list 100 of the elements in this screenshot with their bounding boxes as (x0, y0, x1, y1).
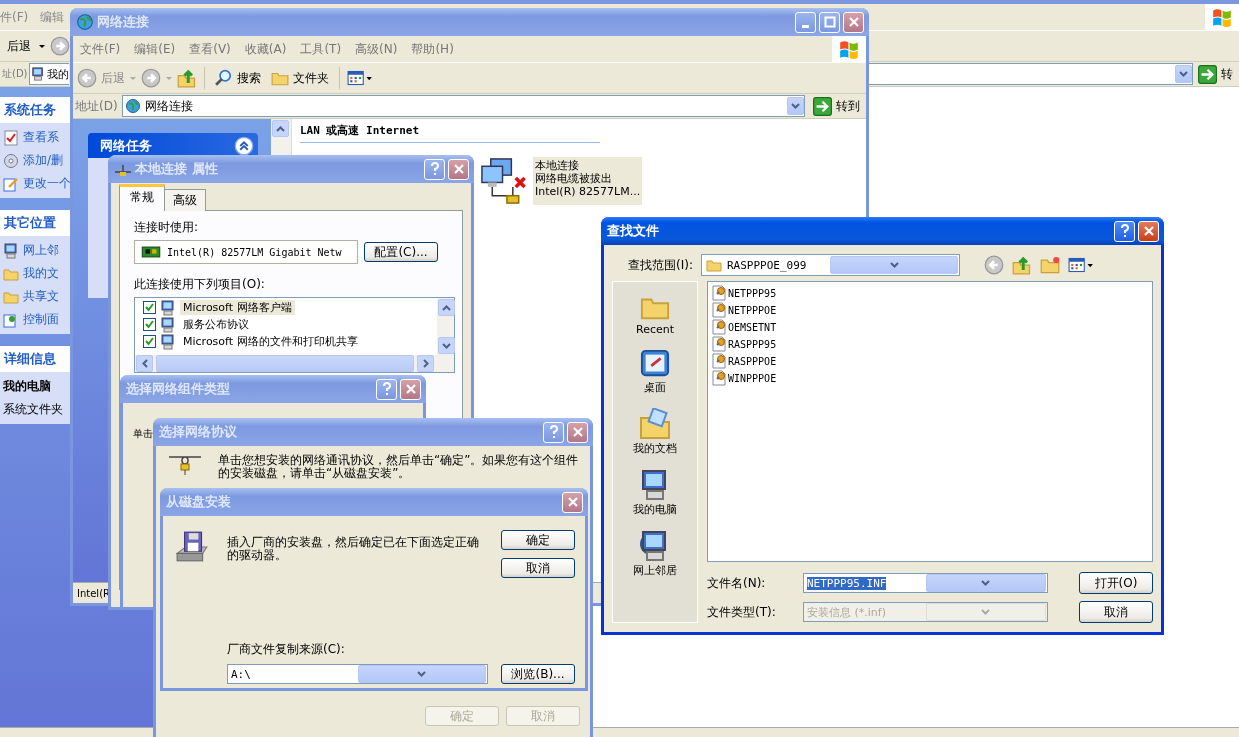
caret-icon (791, 103, 800, 109)
maximize-button[interactable] (819, 11, 840, 33)
window-title: 查找文件 (607, 222, 660, 240)
scroll-up-button[interactable] (438, 299, 455, 316)
dialog-button[interactable]: 确定 (501, 530, 575, 550)
file-item[interactable]: OEMSETNT (728, 321, 777, 333)
dropdown-button[interactable] (1175, 65, 1192, 83)
task-link[interactable]: 共享文 (3, 288, 70, 305)
checkbox[interactable] (143, 301, 156, 314)
go-button[interactable]: 转 (1194, 64, 1237, 84)
task-link[interactable]: 我的文 (3, 265, 70, 282)
address-field[interactable]: 我的 (28, 63, 69, 85)
browse-button[interactable]: 浏览(B)... (501, 664, 575, 684)
window-title: 选择网络协议 (159, 423, 238, 441)
control-panel-icon (3, 311, 19, 328)
menu-item[interactable]: 高级(N) (348, 40, 405, 58)
back-button[interactable]: 后退 (4, 35, 34, 57)
help-button[interactable] (1114, 220, 1135, 242)
list-item[interactable]: Microsoft 网络客户端 (180, 300, 295, 315)
tab[interactable]: 高级 (164, 189, 206, 211)
list-item[interactable]: Microsoft 网络的文件和打印机共享 (180, 334, 361, 349)
dialog-button[interactable]: 取消 (501, 558, 575, 578)
task-link[interactable]: 更改一个 (3, 175, 70, 192)
caret-icon (981, 609, 991, 615)
task-link[interactable]: 添加/删 (3, 152, 70, 169)
windows-flag-icon (838, 39, 860, 59)
task-link[interactable]: 查看系 (3, 129, 70, 146)
checkbox[interactable] (143, 318, 156, 331)
menu-item[interactable]: 查看(V) (182, 40, 238, 58)
file-item[interactable]: RASPPP95 (728, 338, 777, 350)
close-button[interactable] (843, 11, 864, 33)
task-link[interactable]: 控制面 (3, 311, 70, 328)
configure-button[interactable]: 配置(C)... (364, 242, 438, 262)
scroll-up-button[interactable] (272, 120, 289, 137)
look-in-combobox[interactable]: RASPPPOE_099 (700, 254, 960, 276)
places-item[interactable]: 网上邻居 (633, 530, 677, 578)
help-button[interactable] (376, 378, 397, 400)
close-icon (452, 163, 465, 175)
places-item[interactable]: 我的电脑 (633, 469, 677, 517)
help-button[interactable] (543, 421, 564, 443)
minimize-button[interactable] (795, 11, 816, 33)
scroll-down-button[interactable] (438, 337, 455, 354)
instruction-text: 插入厂商的安装盘，然后确定已在下面选定正确的驱动器。 (227, 536, 480, 564)
field-label: 文件名(N): (707, 574, 767, 592)
connection-item[interactable]: 本地连接 网络电缆被拔出 Intel(R) 82577LM... (479, 157, 866, 205)
folders-button[interactable]: 文件夹 (268, 67, 332, 89)
help-button[interactable] (424, 158, 445, 180)
file-item[interactable]: RASPPPOE (728, 355, 777, 367)
caret-icon (129, 74, 137, 82)
file-item[interactable]: NETPPP95 (728, 287, 777, 299)
field-label: 连接时使用: (134, 219, 200, 236)
close-button[interactable] (1138, 220, 1159, 242)
menu-item[interactable]: 帮助(H) (404, 40, 461, 58)
computer-icon (30, 67, 45, 81)
views-icon (347, 69, 373, 87)
network-plug-icon (168, 454, 202, 476)
list-item[interactable]: 服务公布协议 (180, 317, 252, 332)
close-button[interactable] (567, 421, 588, 443)
go-button[interactable]: 转到 (809, 96, 864, 116)
source-combobox[interactable]: A:\ (227, 664, 488, 684)
close-button[interactable] (448, 158, 469, 180)
up-folder-icon (177, 68, 197, 88)
desktop-icon (638, 349, 672, 379)
task-link[interactable]: 网上邻 (3, 242, 70, 259)
network-connection-icon (479, 157, 529, 205)
back-icon (983, 255, 1004, 275)
tab[interactable]: 常规 (119, 184, 165, 211)
menu-item[interactable]: 收藏(A) (237, 40, 294, 58)
dropdown-button[interactable] (787, 97, 804, 115)
open-button[interactable]: 打开(O) (1079, 572, 1153, 594)
scroll-right-button[interactable] (417, 355, 434, 372)
scrollbar-thumb[interactable] (156, 355, 414, 372)
instruction-text: 单击 (133, 428, 153, 439)
places-item[interactable]: 我的文档 (633, 408, 677, 456)
places-item[interactable]: 桌面 (638, 349, 672, 395)
places-item[interactable]: Recent (636, 292, 674, 336)
panel-header: 详细信息 (0, 346, 70, 372)
field-label: 厂商文件复制来源(C): (227, 641, 346, 658)
go-icon (1198, 64, 1217, 84)
menu-item[interactable]: 编辑(E) (127, 40, 183, 58)
field-label: 文件类型(T): (707, 603, 777, 621)
file-item[interactable]: WINPPPOE (728, 372, 777, 384)
menu-item[interactable]: 工具(T) (293, 40, 349, 58)
file-item[interactable]: NETPPPOE (728, 304, 777, 316)
caret-icon (165, 74, 173, 82)
file-name-combobox[interactable]: NETPPP95.INF (803, 573, 1048, 593)
network-card-icon (141, 246, 161, 258)
cancel-button[interactable]: 取消 (1079, 601, 1153, 623)
close-button[interactable] (562, 491, 583, 513)
status-text: Intel(R (77, 587, 110, 599)
scroll-left-button[interactable] (136, 355, 153, 372)
checkbox[interactable] (143, 335, 156, 348)
menu-item[interactable]: 文件(F) (73, 40, 128, 58)
help-icon (1118, 224, 1131, 238)
pencil-icon (3, 175, 19, 192)
client-computer-icon (160, 316, 176, 333)
close-button[interactable] (400, 378, 421, 400)
search-icon (215, 69, 233, 87)
address-field[interactable]: 网络连接 (121, 95, 805, 117)
search-button[interactable]: 搜索 (212, 67, 264, 89)
